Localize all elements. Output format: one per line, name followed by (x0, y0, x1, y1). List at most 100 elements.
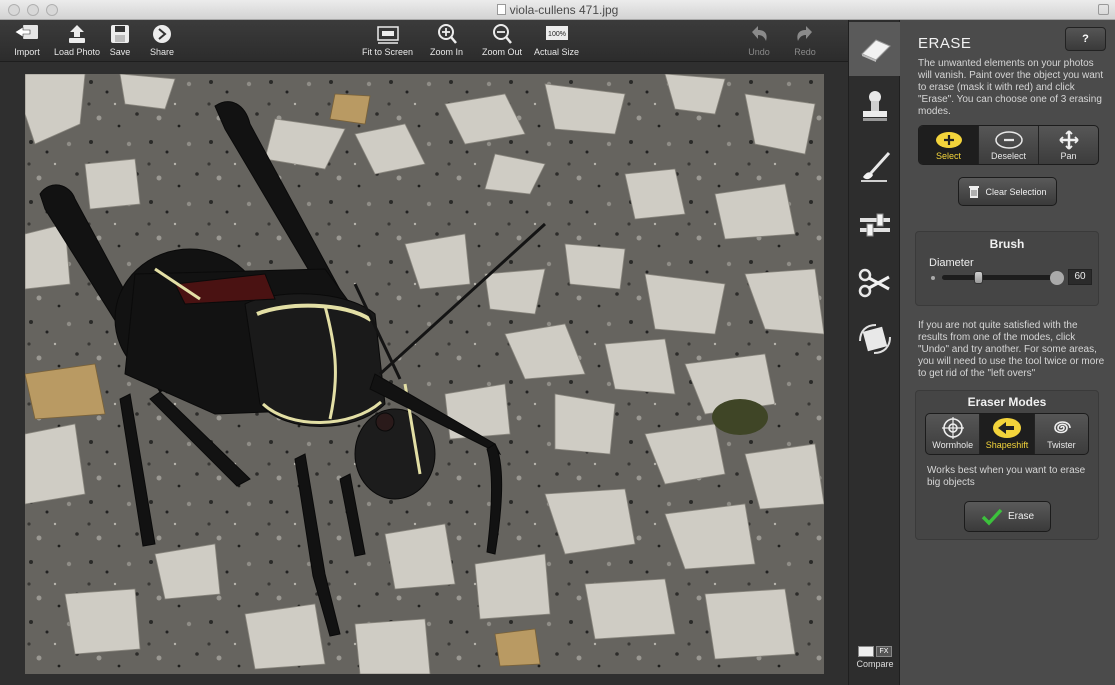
zoom-out-button[interactable]: Zoom Out (482, 23, 522, 57)
document-icon (496, 4, 506, 15)
import-button[interactable]: Import (12, 23, 42, 57)
brush-box: Brush Diameter 60 (915, 231, 1099, 306)
compare-before-icon (858, 646, 874, 657)
deselect-minus-icon (994, 131, 1023, 149)
load-photo-icon (69, 25, 86, 43)
share-icon (153, 25, 171, 43)
share-button[interactable]: Share (147, 23, 177, 57)
pan-icon (1058, 130, 1079, 150)
help-button[interactable]: ? (1065, 27, 1106, 51)
stamp-tool[interactable] (853, 80, 897, 134)
wormhole-mode-button[interactable]: Wormhole (926, 414, 981, 454)
adjust-tool[interactable] (853, 198, 897, 252)
redo-label: Redo (794, 47, 816, 57)
eraser-modes-box: Eraser Modes Wormhole Shapeshift Twister… (915, 390, 1099, 540)
eraser-mode-hint: Works best when you want to erase big ob… (927, 465, 1086, 488)
fit-to-screen-button[interactable]: Fit to Screen (362, 23, 413, 57)
redo-icon (797, 26, 812, 41)
rotate-icon (859, 324, 891, 354)
grasshopper-photo (25, 74, 824, 674)
small-brush-icon (931, 276, 935, 280)
deselect-mode-button[interactable]: Deselect (979, 126, 1039, 164)
import-label: Import (14, 47, 40, 57)
eraser-mode-control: Wormhole Shapeshift Twister (925, 413, 1089, 455)
zoom-in-button[interactable]: Zoom In (430, 23, 463, 57)
compare-fx-icon: FX (876, 646, 892, 657)
stamp-icon (863, 91, 887, 121)
undo-icon (752, 26, 767, 41)
compare-label: Compare (856, 659, 894, 669)
scissors-icon (858, 268, 890, 298)
twister-mode-button[interactable]: Twister (1035, 414, 1088, 454)
diameter-value-field[interactable]: 60 (1068, 269, 1092, 285)
diameter-label: Diameter (929, 257, 974, 269)
clear-selection-button[interactable]: Clear Selection (958, 177, 1057, 206)
zoom-out-icon (493, 24, 512, 44)
actual-size-icon: 100% (545, 26, 568, 40)
photo[interactable] (25, 74, 824, 674)
tool-rail: FX Compare (848, 20, 901, 685)
brush-title: Brush (989, 237, 1025, 251)
share-label: Share (149, 47, 175, 57)
brush-tool[interactable] (853, 140, 897, 194)
adjust-icon (860, 213, 890, 237)
diameter-slider-track[interactable] (942, 275, 1058, 280)
load-photo-button[interactable]: Load Photo (54, 23, 100, 57)
deselect-mode-label: Deselect (990, 151, 1026, 161)
twister-label: Twister (1047, 440, 1076, 450)
scissors-tool[interactable] (853, 256, 897, 310)
eraser-tool[interactable] (849, 22, 901, 76)
fit-to-screen-label: Fit to Screen (362, 47, 414, 57)
erase-panel: ERASE ? The unwanted elements on your ph… (900, 20, 1115, 685)
zoom-out-label: Zoom Out (482, 47, 523, 57)
shapeshift-mode-button[interactable]: Shapeshift (980, 414, 1035, 454)
svg-text:100%: 100% (548, 31, 566, 38)
select-plus-icon (935, 132, 962, 148)
erase-label: Erase (1007, 511, 1035, 522)
fullscreen-icon[interactable] (1098, 4, 1109, 15)
image-canvas[interactable] (0, 62, 848, 685)
app-window: viola-cullens 471.jpg Import Load Photo (0, 0, 1115, 685)
fit-to-screen-icon (376, 26, 399, 44)
save-button[interactable]: Save (105, 23, 135, 57)
compare-button[interactable]: FX Compare (849, 646, 901, 669)
large-brush-icon (1050, 271, 1064, 285)
panel-description: The unwanted elements on your photos wil… (918, 58, 1104, 117)
diameter-slider-knob[interactable] (974, 271, 984, 284)
load-photo-label: Load Photo (54, 47, 101, 57)
select-mode-button[interactable]: Select (919, 126, 979, 164)
erase-button[interactable]: Erase (964, 501, 1051, 532)
shapeshift-icon (992, 418, 1021, 438)
undo-button[interactable]: Undo (744, 23, 774, 57)
clear-selection-label: Clear Selection (985, 186, 1047, 197)
rotate-tool[interactable] (853, 312, 897, 366)
actual-size-button[interactable]: 100% Actual Size (534, 23, 579, 57)
brush-icon (861, 151, 891, 182)
zoom-in-icon (437, 24, 457, 44)
actual-size-label: Actual Size (534, 47, 580, 57)
eraser-modes-title: Eraser Modes (967, 395, 1047, 409)
undo-tip: If you are not quite satisfied with the … (918, 320, 1105, 379)
shapeshift-label: Shapeshift (985, 440, 1029, 450)
select-mode-label: Select (935, 151, 961, 161)
save-label: Save (109, 47, 131, 57)
save-icon (111, 25, 129, 43)
panel-title: ERASE (918, 35, 972, 52)
title-bar: viola-cullens 471.jpg (0, 0, 1115, 20)
checkmark-icon (981, 508, 1003, 526)
window-title: viola-cullens 471.jpg (509, 3, 619, 17)
selection-mode-control: Select Deselect Pan (918, 125, 1099, 165)
redo-button[interactable]: Redo (790, 23, 820, 57)
eraser-icon (861, 39, 891, 62)
zoom-in-label: Zoom In (430, 47, 464, 57)
window-title-wrap: viola-cullens 471.jpg (0, 3, 1115, 17)
pan-mode-button[interactable]: Pan (1039, 126, 1098, 164)
twister-icon (1054, 421, 1072, 434)
trash-icon (969, 185, 980, 198)
pan-mode-label: Pan (1060, 151, 1077, 161)
main-toolbar: Import Load Photo Save Share Fit to Scre… (0, 20, 848, 62)
wormhole-label: Wormhole (932, 440, 974, 450)
wormhole-icon (941, 417, 964, 439)
help-icon: ? (1082, 33, 1089, 45)
undo-label: Undo (748, 47, 770, 57)
